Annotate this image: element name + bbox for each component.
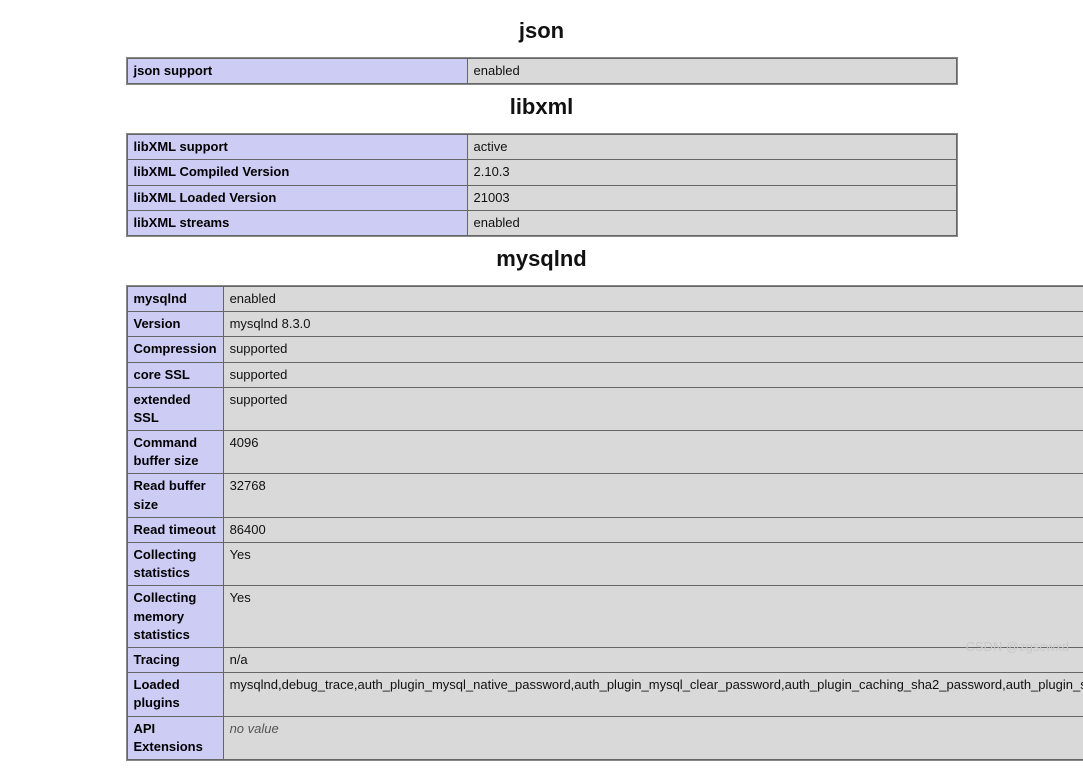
section-title-json: json	[127, 18, 957, 44]
config-value: enabled	[467, 59, 956, 84]
config-key: Read timeout	[127, 517, 223, 542]
config-value: Yes	[223, 543, 1083, 586]
config-key: extended SSL	[127, 387, 223, 430]
table-row: libXML Compiled Version 2.10.3	[127, 160, 956, 185]
table-row: Loaded plugins mysqlnd,debug_trace,auth_…	[127, 673, 1083, 716]
json-table: json support enabled	[127, 58, 957, 84]
section-title-mysqlnd: mysqlnd	[127, 246, 957, 272]
config-key: Compression	[127, 337, 223, 362]
config-value: 2.10.3	[467, 160, 956, 185]
table-row: Collecting memory statistics Yes	[127, 586, 1083, 648]
no-value-label: no value	[230, 721, 279, 736]
config-key: core SSL	[127, 362, 223, 387]
config-value: supported	[223, 362, 1083, 387]
config-value: 21003	[467, 185, 956, 210]
config-key: API Extensions	[127, 716, 223, 759]
config-value: n/a	[223, 647, 1083, 672]
config-value: mysqlnd,debug_trace,auth_plugin_mysql_na…	[223, 673, 1083, 716]
config-key: Read buffer size	[127, 474, 223, 517]
mysqlnd-table: mysqlnd enabled Version mysqlnd 8.3.0 Co…	[127, 286, 1083, 760]
config-key: Collecting statistics	[127, 543, 223, 586]
section-title-libxml: libxml	[127, 94, 957, 120]
table-row: libXML streams enabled	[127, 210, 956, 235]
libxml-table: libXML support active libXML Compiled Ve…	[127, 134, 957, 236]
table-row: json support enabled	[127, 59, 956, 84]
table-row: libXML Loaded Version 21003	[127, 185, 956, 210]
table-row: libXML support active	[127, 135, 956, 160]
config-value: 32768	[223, 474, 1083, 517]
config-key: json support	[127, 59, 467, 84]
config-value: 86400	[223, 517, 1083, 542]
table-row: mysqlnd enabled	[127, 286, 1083, 311]
config-value: Yes	[223, 586, 1083, 648]
table-row: Read buffer size 32768	[127, 474, 1083, 517]
config-value: 4096	[223, 431, 1083, 474]
config-key: Tracing	[127, 647, 223, 672]
config-value: supported	[223, 387, 1083, 430]
table-row: core SSL supported	[127, 362, 1083, 387]
table-row: API Extensions no value	[127, 716, 1083, 759]
config-key: Loaded plugins	[127, 673, 223, 716]
config-key: mysqlnd	[127, 286, 223, 311]
config-key: Version	[127, 312, 223, 337]
config-key: Collecting memory statistics	[127, 586, 223, 648]
config-key: libXML Compiled Version	[127, 160, 467, 185]
table-row: Compression supported	[127, 337, 1083, 362]
config-key: libXML support	[127, 135, 467, 160]
config-value: active	[467, 135, 956, 160]
config-value: no value	[223, 716, 1083, 759]
config-key: libXML Loaded Version	[127, 185, 467, 210]
config-key: libXML streams	[127, 210, 467, 235]
config-value: supported	[223, 337, 1083, 362]
table-row: Collecting statistics Yes	[127, 543, 1083, 586]
table-row: Version mysqlnd 8.3.0	[127, 312, 1083, 337]
table-row: Tracing n/a	[127, 647, 1083, 672]
table-row: Command buffer size 4096	[127, 431, 1083, 474]
config-value: enabled	[467, 210, 956, 235]
config-value: mysqlnd 8.3.0	[223, 312, 1083, 337]
table-row: Read timeout 86400	[127, 517, 1083, 542]
config-value: enabled	[223, 286, 1083, 311]
config-key: Command buffer size	[127, 431, 223, 474]
table-row: extended SSL supported	[127, 387, 1083, 430]
